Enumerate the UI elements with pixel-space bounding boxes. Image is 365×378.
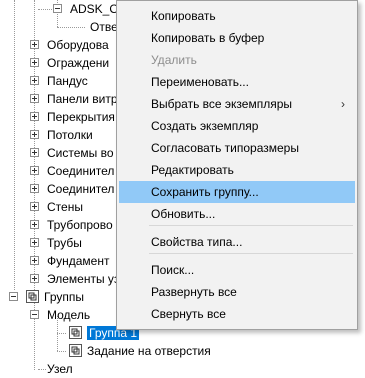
tree-item-label: Группы (44, 290, 84, 304)
menu-item[interactable]: Копировать в буфер (119, 27, 355, 49)
tree-item-label: Оборудова (47, 38, 109, 52)
menu-item[interactable]: Выбрать все экземпляры › (119, 93, 355, 115)
tree-item-label: Ограждени (47, 56, 110, 70)
tree-line (14, 0, 15, 290)
tree-item-label: Соединител (47, 164, 115, 178)
tree-item-label: Фундамент (47, 254, 110, 268)
menu-item[interactable]: Поиск... (119, 259, 355, 281)
tree-item-label: Трубопрово (47, 218, 113, 232)
expand-toggle[interactable] (30, 184, 39, 193)
menu-item-label: Копировать в буфер (151, 31, 265, 45)
tree-item[interactable]: Оборудова (47, 36, 109, 54)
expand-toggle[interactable] (30, 202, 39, 211)
tree-item[interactable]: Группы (44, 288, 84, 306)
group-icon (26, 290, 39, 303)
tree-item-label: Отве (90, 20, 118, 34)
tree-item-label: Элементы уз (47, 272, 120, 286)
tree-item[interactable]: Соединител (47, 180, 114, 198)
menu-item-label: Редактировать (151, 163, 234, 177)
expand-toggle[interactable] (30, 238, 39, 247)
menu-item[interactable]: Удалить (119, 49, 355, 71)
menu-item-label: Переименовать... (151, 75, 249, 89)
tree-item[interactable]: Отве (90, 18, 118, 36)
tree-item[interactable]: Перекрытия (47, 108, 115, 126)
tree-item[interactable]: Фундамент (47, 252, 109, 270)
expand-toggle[interactable] (53, 4, 62, 13)
expand-toggle[interactable] (30, 166, 39, 175)
tree-item[interactable]: Ограждени (47, 54, 109, 72)
tree-item[interactable]: Узел (47, 360, 73, 378)
menu-item[interactable]: Развернуть все (119, 281, 355, 303)
menu-separator (149, 253, 353, 254)
tree-item-label: Трубы (47, 236, 82, 250)
tree-item-label: Панели витр (47, 92, 118, 106)
menu-item[interactable]: Сохранить группу... (119, 181, 355, 203)
tree-item[interactable]: Системы во (47, 144, 114, 162)
tree-item-label: Перекрытия (47, 110, 115, 124)
expand-toggle[interactable] (30, 112, 39, 121)
tree-item[interactable]: Соединител (47, 162, 114, 180)
menu-item-label: Свернуть все (151, 307, 226, 321)
tree-item-label: Системы во (47, 146, 114, 160)
context-menu: Копировать Копировать в буфер Удалить Переи… (116, 0, 358, 330)
expand-toggle[interactable] (30, 256, 39, 265)
group-icon (69, 344, 82, 357)
tree-line (57, 333, 66, 334)
expand-toggle[interactable] (30, 310, 39, 319)
menu-item-label: Поиск... (151, 263, 195, 277)
menu-separator (149, 225, 353, 226)
menu-item[interactable]: Свойства типа... (119, 231, 355, 253)
tree-item-label: Соединител (47, 182, 115, 196)
tree-item-label: Стены (47, 200, 83, 214)
menu-item-label: Развернуть все (151, 285, 237, 299)
menu-item-label: Выбрать все экземпляры (151, 97, 293, 111)
tree-item[interactable]: Задание на отверстия (87, 342, 211, 360)
expand-toggle[interactable] (30, 40, 39, 49)
menu-item[interactable]: Копировать (119, 5, 355, 27)
tree-item[interactable]: Трубопрово (47, 216, 113, 234)
expand-toggle[interactable] (9, 292, 18, 301)
menu-item[interactable]: Обновить... (119, 203, 355, 225)
tree-line (38, 9, 52, 10)
tree-line (38, 369, 46, 370)
tree-item[interactable]: Модель (47, 306, 90, 324)
menu-item-label: Удалить (151, 53, 197, 67)
tree-item[interactable]: ADSK_О (70, 0, 119, 18)
expand-toggle[interactable] (30, 148, 39, 157)
tree-line (57, 27, 85, 28)
menu-item-label: Копировать (151, 9, 216, 23)
expand-toggle[interactable] (30, 130, 39, 139)
menu-item-label: Согласовать типоразмеры (151, 141, 299, 155)
tree-item[interactable]: Пандус (47, 72, 88, 90)
expand-toggle[interactable] (30, 220, 39, 229)
menu-item[interactable]: Редактировать (119, 159, 355, 181)
group-icon (69, 326, 82, 339)
tree-item[interactable]: Трубы (47, 234, 82, 252)
menu-item[interactable]: Свернуть все (119, 303, 355, 325)
tree-item-label: Потолки (47, 128, 93, 142)
expand-toggle[interactable] (30, 274, 39, 283)
menu-item[interactable]: Согласовать типоразмеры (119, 137, 355, 159)
tree-item[interactable]: Элементы уз (47, 270, 119, 288)
tree-item[interactable]: Панели витр (47, 90, 118, 108)
tree-item-label: Задание на отверстия (87, 344, 211, 358)
expand-toggle[interactable] (30, 94, 39, 103)
menu-item-label: Создать экземпляр (151, 119, 259, 133)
menu-item[interactable]: Переименовать... (119, 71, 355, 93)
tree-item[interactable]: Потолки (47, 126, 93, 144)
tree-item-label: ADSK_О (70, 2, 119, 16)
submenu-arrow-icon: › (341, 97, 345, 111)
tree-item-label: Модель (47, 308, 91, 322)
expand-toggle[interactable] (30, 58, 39, 67)
menu-item[interactable]: Создать экземпляр (119, 115, 355, 137)
menu-item-label: Свойства типа... (151, 235, 243, 249)
tree-line (57, 351, 66, 352)
menu-item-label: Обновить... (151, 207, 216, 221)
menu-item-label: Сохранить группу... (151, 185, 259, 199)
tree-item-label: Пандус (47, 74, 88, 88)
expand-toggle[interactable] (30, 76, 39, 85)
tree-item[interactable]: Стены (47, 198, 83, 216)
